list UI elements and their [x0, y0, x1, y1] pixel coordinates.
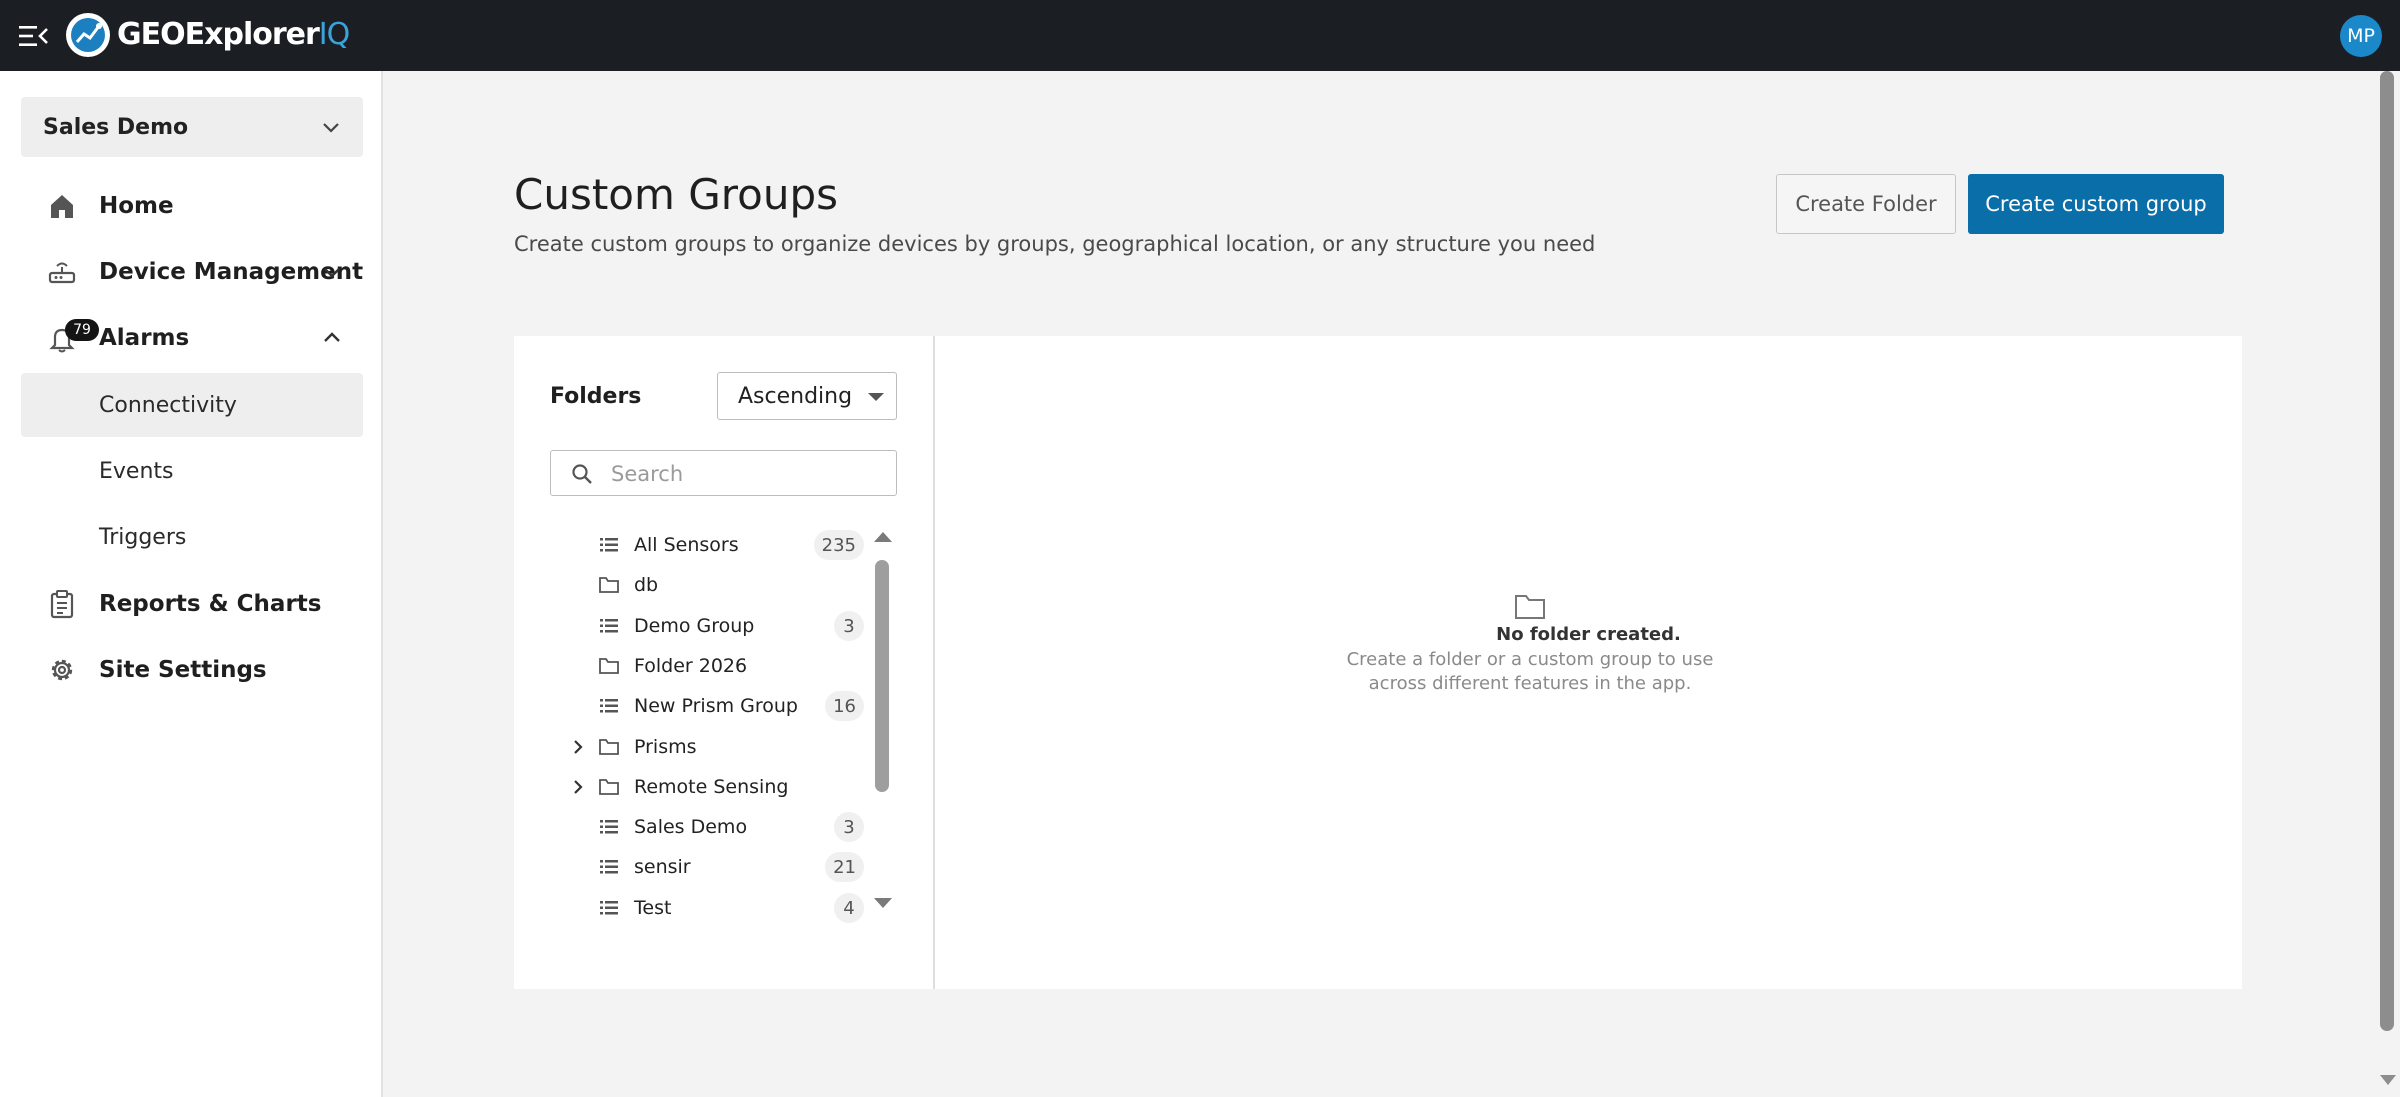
device-count-badge: 21	[825, 852, 864, 882]
folder-tree-label: db	[634, 574, 659, 596]
router-icon	[48, 262, 76, 284]
sort-order-select[interactable]: Ascending	[717, 372, 897, 420]
brand-suffix: IQ	[318, 17, 350, 52]
folder-icon	[599, 779, 619, 795]
brand-name[interactable]: GEOExplorerIQ	[117, 16, 350, 54]
folder-search[interactable]	[550, 450, 897, 496]
folder-tree-scrollbar[interactable]	[872, 532, 892, 912]
sidebar: Sales Demo Home Device Management 79 Ala…	[0, 71, 383, 1097]
brand-logo-icon	[65, 12, 111, 58]
folder-tree-label: Remote Sensing	[634, 776, 789, 798]
chevron-up-icon	[324, 332, 340, 342]
scroll-down-arrow-icon[interactable]	[874, 898, 892, 908]
chevron-down-icon	[323, 123, 339, 133]
folder-tree-label: All Sensors	[634, 534, 739, 556]
window-scrollbar[interactable]	[2376, 71, 2400, 1097]
user-avatar[interactable]: MP	[2340, 15, 2382, 57]
tenant-label: Sales Demo	[43, 114, 189, 140]
device-count-badge: 3	[834, 812, 864, 842]
folder-tree-label: Test	[634, 897, 672, 919]
device-count-badge: 235	[813, 530, 864, 560]
top-bar: GEOExplorerIQ MP	[0, 0, 2400, 71]
folder-tree-label: Sales Demo	[634, 816, 748, 838]
list-group-icon	[600, 619, 618, 633]
sidebar-item-label: Home	[99, 193, 174, 219]
sidebar-subitem-label: Connectivity	[99, 392, 237, 418]
menu-collapse-icon[interactable]	[16, 18, 52, 54]
sidebar-item-alarms[interactable]: 79 Alarms	[21, 307, 363, 369]
folder-tree: All Sensors 235 db Demo Group 3 Folder 2026 Ne…	[550, 526, 870, 926]
empty-state-title: No folder created.	[1496, 624, 1681, 645]
folder-tree-row[interactable]: All Sensors 235	[550, 526, 870, 564]
chevron-right-icon[interactable]	[570, 779, 586, 795]
chevron-right-icon[interactable]	[570, 739, 586, 755]
groups-panel: Folders Ascending All Sensors 235 db Demo G…	[514, 336, 2242, 989]
folder-tree-row[interactable]: Remote Sensing	[550, 768, 870, 806]
sidebar-subitem-label: Triggers	[99, 524, 187, 550]
empty-state: No folder created. Create a folder or a …	[935, 336, 2242, 989]
folder-tree-row[interactable]: New Prism Group 16	[550, 687, 870, 725]
sidebar-subitem-label: Events	[99, 458, 174, 484]
list-group-icon	[600, 538, 618, 552]
brand-name-text: GEOExplorer	[117, 17, 320, 52]
list-group-icon	[600, 901, 618, 915]
folder-outline-icon	[1515, 595, 1545, 619]
folder-tree-row[interactable]: Folder 2026	[550, 647, 870, 685]
sidebar-item-home[interactable]: Home	[21, 175, 363, 237]
scroll-thumb[interactable]	[875, 560, 889, 792]
caret-down-icon	[868, 393, 884, 401]
folders-title: Folders	[550, 384, 642, 409]
window-scroll-thumb[interactable]	[2380, 71, 2394, 1031]
list-group-icon	[600, 820, 618, 834]
folder-tree-row[interactable]: Sales Demo 3	[550, 808, 870, 846]
folder-icon	[599, 577, 619, 593]
folder-tree-row[interactable]: Test 4	[550, 889, 870, 926]
clipboard-icon	[50, 590, 74, 619]
device-count-badge: 4	[834, 893, 864, 923]
folder-tree-label: New Prism Group	[634, 695, 798, 717]
sidebar-item-device-management[interactable]: Device Management	[21, 241, 363, 303]
folder-icon	[599, 658, 619, 674]
create-custom-group-button[interactable]: Create custom group	[1968, 174, 2224, 234]
folder-tree-label: Prisms	[634, 736, 697, 758]
page-subtitle: Create custom groups to organize devices…	[514, 232, 1596, 256]
folder-tree-row[interactable]: Prisms	[550, 728, 870, 766]
folder-tree-row[interactable]: sensir 21	[550, 848, 870, 886]
tenant-selector[interactable]: Sales Demo	[21, 97, 363, 157]
list-group-icon	[600, 860, 618, 874]
sidebar-item-label: Site Settings	[99, 657, 267, 683]
alarm-count-badge: 79	[65, 319, 99, 341]
folder-tree-row[interactable]: db	[550, 566, 870, 604]
sidebar-item-label: Reports & Charts	[99, 591, 322, 617]
folder-icon	[599, 739, 619, 755]
sidebar-subitem-events[interactable]: Events	[21, 439, 363, 503]
empty-state-description: Create a folder or a custom group to use…	[1346, 649, 1714, 694]
sort-order-value: Ascending	[738, 383, 853, 409]
device-count-badge: 3	[834, 611, 864, 641]
chevron-down-icon	[324, 268, 340, 278]
list-group-icon	[600, 699, 618, 713]
sidebar-item-reports-charts[interactable]: Reports & Charts	[21, 573, 363, 635]
search-input[interactable]	[611, 459, 881, 489]
create-folder-button[interactable]: Create Folder	[1776, 174, 1956, 234]
folder-tree-row[interactable]: Demo Group 3	[550, 607, 870, 645]
sidebar-subitem-connectivity[interactable]: Connectivity	[21, 373, 363, 437]
sidebar-subitem-triggers[interactable]: Triggers	[21, 505, 363, 569]
search-icon	[572, 464, 592, 484]
scroll-up-arrow-icon[interactable]	[874, 532, 892, 542]
folder-tree-label: Demo Group	[634, 615, 755, 637]
gear-icon	[51, 659, 73, 681]
folder-tree-label: sensir	[634, 856, 691, 878]
page-title: Custom Groups	[514, 170, 839, 219]
home-icon	[51, 195, 73, 218]
sidebar-item-label: Alarms	[99, 325, 190, 351]
folder-tree-label: Folder 2026	[634, 655, 748, 677]
sidebar-item-site-settings[interactable]: Site Settings	[21, 639, 363, 701]
window-scroll-down-icon[interactable]	[2380, 1075, 2396, 1085]
device-count-badge: 16	[825, 691, 864, 721]
folders-pane: Folders Ascending All Sensors 235 db Demo G…	[514, 336, 935, 989]
